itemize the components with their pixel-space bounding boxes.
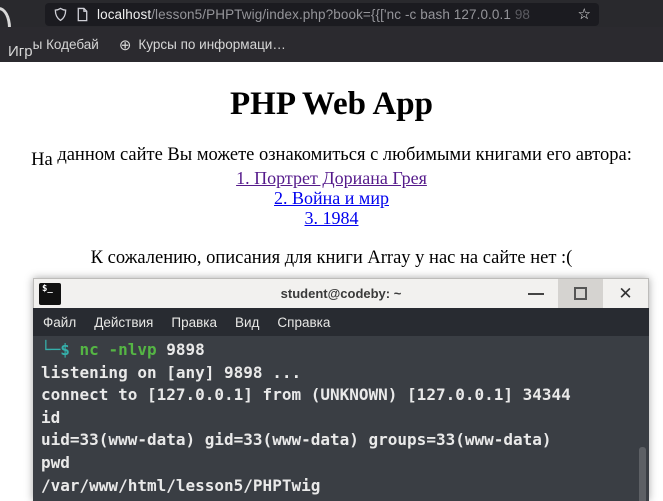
terminal-prompt-line: └─$ nc -nlvp 9898 <box>41 339 649 362</box>
bookmark-label: Курсы по информаци… <box>138 37 286 52</box>
globe-icon: ⊕ <box>118 36 132 54</box>
terminal-output-line: pwd <box>41 452 70 472</box>
book-link-list: 1. Портрет Дориана Грея 2. Война и мир 3… <box>0 168 663 228</box>
command-text: nc -nlvp <box>69 340 157 359</box>
book-link-1984[interactable]: 3. 1984 <box>0 208 663 228</box>
menu-edit[interactable]: Правка <box>171 315 217 330</box>
terminal-output-line: /var/www/html/lesson5/PHPTwig <box>41 475 321 495</box>
terminal-window-title: student@codeby: ~ <box>280 286 402 301</box>
book-link-war-and-peace[interactable]: 2. Война и мир <box>0 188 663 208</box>
page-title: PHP Web App <box>230 86 433 122</box>
terminal-window: $_ student@codeby: ~ ✕ Файл Действия Пра… <box>33 278 649 501</box>
bookmark-star-icon[interactable]: ☆ <box>578 7 591 22</box>
intro-rest: данном сайте Вы можете ознакомиться с лю… <box>52 145 632 165</box>
intro-prefix: На <box>31 150 53 170</box>
terminal-scrollbar[interactable] <box>639 447 646 501</box>
terminal-output-line: connect to [127.0.0.1] from (UNKNOWN) [1… <box>41 385 571 405</box>
address-bar[interactable]: localhost/lesson5/PHPTwig/index.php?book… <box>45 3 599 26</box>
shell-prompt: └─$ <box>41 340 70 359</box>
shield-icon[interactable] <box>53 7 68 22</box>
browser-toolbar: localhost/lesson5/PHPTwig/index.php?book… <box>0 0 663 49</box>
terminal-output-line: uid=33(www-data) gid=33(www-data) groups… <box>41 430 552 450</box>
terminal-output[interactable]: └─$ nc -nlvp 9898 listening on [any] 989… <box>33 336 649 501</box>
menu-help[interactable]: Справка <box>277 315 330 330</box>
url-text[interactable]: localhost/lesson5/PHPTwig/index.php?book… <box>97 7 572 22</box>
menu-view[interactable]: Вид <box>235 315 259 330</box>
bookmark-label: ы Кодебай <box>32 37 99 52</box>
menu-actions[interactable]: Действия <box>94 315 153 330</box>
terminal-output-line: ^C <box>41 497 649 501</box>
bookmark-item-games[interactable]: Игр ы Кодебай <box>8 36 99 60</box>
bookmark-label-prefix: Игр <box>8 43 33 60</box>
url-host: localhost <box>97 7 152 22</box>
command-arg: 9898 <box>156 340 205 359</box>
terminal-output-line: listening on [any] 9898 ... <box>41 362 302 382</box>
bookmarks-bar: Игр ы Кодебай ⊕ Курсы по информаци… <box>0 27 663 62</box>
url-clipped-tail: 98 <box>514 7 531 22</box>
terminal-titlebar[interactable]: $_ student@codeby: ~ ✕ <box>33 278 649 308</box>
url-path: /lesson5/PHPTwig/index.php?book={{['nc -… <box>151 7 515 22</box>
terminal-output-line: id <box>41 407 61 427</box>
page-icon[interactable] <box>75 7 90 22</box>
not-found-text: К сожалению, описания для книги Array у … <box>90 248 573 268</box>
terminal-menubar: Файл Действия Правка Вид Справка <box>33 308 649 336</box>
book-link-dorian-gray[interactable]: 1. Портрет Дориана Грея <box>0 168 663 188</box>
bookmark-item-courses[interactable]: Курсы по информаци… <box>138 37 285 52</box>
menu-file[interactable]: Файл <box>43 315 76 330</box>
intro-text: На данном сайте Вы можете ознакомиться с… <box>0 145 663 170</box>
